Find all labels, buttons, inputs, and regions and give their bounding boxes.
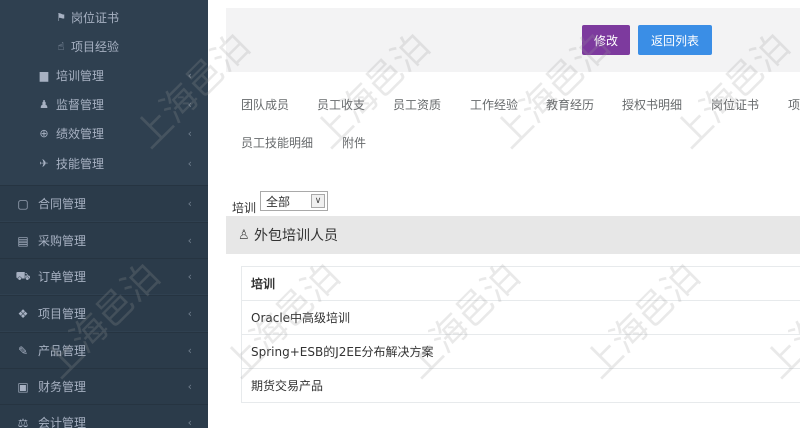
sidebar-item-label: 绩效管理 xyxy=(56,126,105,141)
briefcase-icon: ▆ xyxy=(39,68,49,82)
sidebar-group-accounting[interactable]: ⚖ 会计管理 ‹ xyxy=(0,404,208,428)
hand-pointer-icon: ☝ xyxy=(57,39,65,53)
chevron-down-icon: ∨ xyxy=(311,194,325,208)
sidebar-group-purchasing[interactable]: ▤ 采购管理 ‹ xyxy=(0,222,208,258)
table-row[interactable]: 期货交易产品 xyxy=(242,368,800,402)
edit-button[interactable]: 修改 xyxy=(582,25,630,55)
sidebar-item-label: 监督管理 xyxy=(56,97,105,112)
file-icon: ▢ xyxy=(17,196,29,211)
column-header-training: 培训 xyxy=(251,277,276,291)
sidebar: ⚑ 岗位证书 ☝ 项目经验 ▆ 培训管理 ‹ ♟ 监督管理 ‹ ⊕ 绩效管理 ‹… xyxy=(0,0,208,428)
app-frame: ⚑ 岗位证书 ☝ 项目经验 ▆ 培训管理 ‹ ♟ 监督管理 ‹ ⊕ 绩效管理 ‹… xyxy=(0,0,800,428)
tab-attachments[interactable]: 附件 xyxy=(342,134,366,151)
chevron-left-icon: ‹ xyxy=(187,68,192,82)
table-row[interactable]: Oracle中高级培训 xyxy=(242,300,800,334)
cubes-icon: ❖ xyxy=(17,306,29,321)
sidebar-item-training[interactable]: ▆ 培训管理 ‹ xyxy=(0,61,208,89)
sidebar-subitem-label: 岗位证书 xyxy=(71,10,120,25)
sidebar-subitem-certificates[interactable]: ⚑ 岗位证书 xyxy=(0,4,208,30)
chevron-left-icon: ‹ xyxy=(187,126,192,140)
tab-team-members[interactable]: 团队成员 xyxy=(241,96,289,113)
sidebar-subitem-label: 项目经验 xyxy=(71,39,120,54)
tab-authorization-details[interactable]: 授权书明细 xyxy=(622,96,682,113)
sidebar-item-label: 技能管理 xyxy=(56,156,105,171)
training-table: 培训 Oracle中高级培训 Spring+ESB的J2EE分布解决方案 期货交… xyxy=(241,266,800,403)
plane-icon: ✈ xyxy=(39,156,49,170)
money-icon: ▣ xyxy=(17,379,29,394)
list-icon: ▤ xyxy=(17,233,29,248)
chevron-left-icon: ‹ xyxy=(187,270,192,283)
sidebar-group-label: 项目管理 xyxy=(38,307,87,321)
detail-tabs: 团队成员 员工收支 员工资质 工作经验 教育经历 授权书明细 岗位证书 项 员工… xyxy=(226,76,800,162)
panel-title: 外包培训人员 xyxy=(254,228,338,244)
flag-icon: ⚑ xyxy=(56,10,66,24)
chevron-left-icon: ‹ xyxy=(187,307,192,320)
main-content: 修改 返回列表 团队成员 员工收支 员工资质 工作经验 教育经历 授权书明细 岗… xyxy=(208,0,800,428)
select-value: 全部 xyxy=(266,194,291,209)
tab-education[interactable]: 教育经历 xyxy=(546,96,594,113)
sidebar-group-orders[interactable]: ⛟ 订单管理 ‹ xyxy=(0,258,208,294)
chevron-left-icon: ‹ xyxy=(187,156,192,170)
sidebar-group-label: 会计管理 xyxy=(38,416,87,428)
tab-certificates[interactable]: 岗位证书 xyxy=(711,96,759,113)
table-cell: Oracle中高级培训 xyxy=(251,311,351,325)
cart-icon: ⛟ xyxy=(15,268,31,283)
sidebar-item-supervision[interactable]: ♟ 监督管理 ‹ xyxy=(0,90,208,118)
sidebar-group-label: 订单管理 xyxy=(38,270,87,284)
globe-icon: ⊕ xyxy=(39,126,49,140)
user-icon: ♟ xyxy=(39,97,49,111)
panel-header: ♙ 外包培训人员 xyxy=(226,216,800,254)
action-bar: 修改 返回列表 xyxy=(226,8,800,72)
sidebar-group-label: 采购管理 xyxy=(38,234,87,248)
chevron-left-icon: ‹ xyxy=(187,97,192,111)
sidebar-group-finance[interactable]: ▣ 财务管理 ‹ xyxy=(0,368,208,404)
chevron-left-icon: ‹ xyxy=(187,344,192,357)
balance-icon: ⚖ xyxy=(17,415,29,428)
chevron-left-icon: ‹ xyxy=(187,197,192,210)
training-filter-label: 培训 xyxy=(232,201,257,215)
sidebar-group-projects[interactable]: ❖ 项目管理 ‹ xyxy=(0,295,208,331)
sidebar-group-products[interactable]: ✎ 产品管理 ‹ xyxy=(0,332,208,368)
sidebar-group-contracts[interactable]: ▢ 合同管理 ‹ xyxy=(0,185,208,221)
tab-skill-details[interactable]: 员工技能明细 xyxy=(241,134,313,151)
tab-projects[interactable]: 项 xyxy=(788,96,800,113)
tab-work-experience[interactable]: 工作经验 xyxy=(470,96,518,113)
chevron-left-icon: ‹ xyxy=(187,416,192,428)
sidebar-item-skills[interactable]: ✈ 技能管理 ‹ xyxy=(0,149,208,177)
sidebar-group-label: 产品管理 xyxy=(38,344,87,358)
sidebar-subitem-project-experience[interactable]: ☝ 项目经验 xyxy=(0,33,208,59)
training-filter-select[interactable]: 全部 ∨ xyxy=(260,191,328,211)
chevron-left-icon: ‹ xyxy=(187,380,192,393)
sidebar-group-label: 合同管理 xyxy=(38,197,87,211)
table-row[interactable]: Spring+ESB的J2EE分布解决方案 xyxy=(242,334,800,368)
sidebar-group-label: 财务管理 xyxy=(38,380,87,394)
user-outline-icon: ♙ xyxy=(238,227,250,243)
tab-employee-qualifications[interactable]: 员工资质 xyxy=(393,96,441,113)
table-cell: 期货交易产品 xyxy=(251,379,324,393)
table-header: 培训 xyxy=(242,267,800,300)
back-to-list-button[interactable]: 返回列表 xyxy=(638,25,712,55)
table-cell: Spring+ESB的J2EE分布解决方案 xyxy=(251,345,434,359)
edit-icon: ✎ xyxy=(17,343,29,358)
sidebar-item-performance[interactable]: ⊕ 绩效管理 ‹ xyxy=(0,119,208,147)
sidebar-item-label: 培训管理 xyxy=(56,68,105,83)
tab-employee-income[interactable]: 员工收支 xyxy=(317,96,365,113)
chevron-left-icon: ‹ xyxy=(187,234,192,247)
